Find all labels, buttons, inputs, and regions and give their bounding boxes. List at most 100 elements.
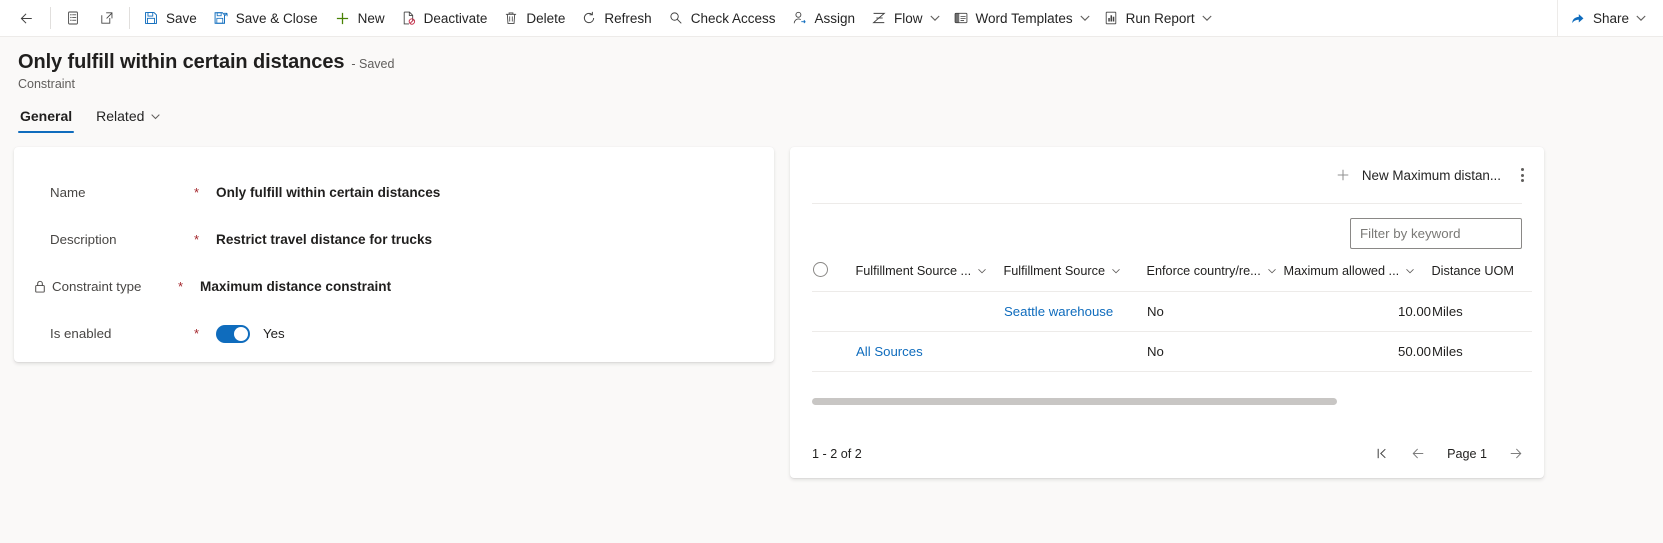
- check-access-button[interactable]: Check Access: [660, 4, 784, 33]
- cell-fulfillment-source-group: [855, 291, 1004, 332]
- table-row[interactable]: All Sources No 50.00 Miles: [812, 331, 1532, 372]
- required-marker: *: [194, 185, 200, 200]
- required-marker: *: [194, 232, 200, 247]
- cell-link[interactable]: All Sources: [856, 344, 923, 359]
- column-header-fulfillment-source[interactable]: Fulfillment Source: [1003, 249, 1147, 292]
- word-templates-button[interactable]: Word Templates: [945, 4, 1075, 33]
- assign-person-icon: [792, 10, 808, 26]
- deactivate-label: Deactivate: [423, 10, 488, 26]
- lock-icon: [34, 280, 46, 293]
- new-label: New: [357, 10, 385, 26]
- cell-enforce-country: No: [1146, 291, 1284, 332]
- new-maximum-distance-button[interactable]: New Maximum distan...: [1327, 161, 1509, 189]
- header-row: Fulfillment Source ... Fulfillment Sourc…: [812, 249, 1532, 292]
- flow-label: Flow: [894, 10, 923, 26]
- share-button[interactable]: Share: [1562, 4, 1631, 33]
- cell-fulfillment-source: Seattle warehouse: [1003, 291, 1147, 332]
- refresh-icon: [581, 10, 597, 26]
- plus-icon: [1335, 167, 1351, 183]
- run-report-chevron-down-icon[interactable]: [1197, 4, 1217, 33]
- more-options-icon[interactable]: [1511, 160, 1534, 190]
- form-selector-button[interactable]: [56, 4, 90, 33]
- chevron-down-icon: [977, 266, 987, 276]
- report-chart-icon: [1103, 10, 1119, 26]
- run-report-button[interactable]: Run Report: [1095, 4, 1197, 33]
- back-button[interactable]: [8, 4, 45, 33]
- word-template-icon: [953, 10, 969, 26]
- cell-fulfillment-source-group: All Sources: [855, 331, 1004, 372]
- cell-link[interactable]: Seattle warehouse: [1004, 304, 1113, 319]
- delete-label: Delete: [526, 10, 566, 26]
- field-description: Description * Restrict travel distance f…: [14, 216, 774, 263]
- check-access-label: Check Access: [690, 10, 776, 26]
- column-header-distance-uom[interactable]: Distance UOM: [1431, 249, 1532, 292]
- row-select-cell[interactable]: [812, 331, 856, 372]
- delete-button[interactable]: Delete: [495, 4, 573, 33]
- horizontal-scrollbar[interactable]: [812, 398, 1522, 405]
- flow-chevron-down-icon[interactable]: [925, 4, 945, 33]
- field-constraint-type-value: Maximum distance constraint: [200, 279, 392, 294]
- plus-icon: [334, 10, 351, 27]
- subgrid-table: Fulfillment Source ... Fulfillment Sourc…: [812, 249, 1532, 372]
- key-icon: [668, 10, 684, 26]
- open-in-new-window-button[interactable]: [90, 4, 124, 33]
- refresh-label: Refresh: [604, 10, 652, 26]
- page-title: Only fulfill within certain distances: [18, 51, 345, 73]
- filter-row: [790, 204, 1544, 249]
- save-and-close-button[interactable]: Save & Close: [205, 4, 326, 33]
- assign-button[interactable]: Assign: [784, 4, 864, 33]
- column-label: Distance UOM: [1431, 264, 1515, 278]
- scrollbar-thumb[interactable]: [812, 398, 1338, 405]
- column-header-fulfillment-source-group[interactable]: Fulfillment Source ...: [855, 249, 1004, 292]
- field-name: Name * Only fulfill within certain dista…: [14, 169, 774, 216]
- popout-icon: [99, 10, 115, 26]
- tab-related[interactable]: Related: [94, 106, 163, 133]
- tab-related-label: Related: [96, 108, 145, 124]
- table-row[interactable]: Seattle warehouse No 10.00 Miles: [812, 291, 1532, 332]
- command-bar: Save Save & Close New Deactivate Delete …: [0, 0, 1663, 37]
- save-label: Save: [166, 10, 197, 26]
- pagination: Page 1: [1375, 445, 1524, 462]
- word-templates-chevron-down-icon[interactable]: [1075, 4, 1095, 33]
- chevron-down-icon: [1405, 266, 1415, 276]
- record-count: 1 - 2 of 2: [812, 446, 862, 461]
- column-header-maximum-allowed[interactable]: Maximum allowed ...: [1283, 249, 1432, 292]
- assign-label: Assign: [814, 10, 856, 26]
- save-icon: [143, 10, 159, 26]
- chevron-down-icon: [1267, 266, 1277, 276]
- cell-enforce-country: No: [1146, 331, 1284, 372]
- share-chevron-down-icon[interactable]: [1631, 4, 1651, 33]
- flow-button[interactable]: Flow: [863, 4, 925, 33]
- field-description-value[interactable]: Restrict travel distance for trucks: [216, 232, 432, 247]
- new-maximum-distance-label: New Maximum distan...: [1361, 167, 1501, 183]
- new-button[interactable]: New: [326, 4, 393, 33]
- select-all-radio[interactable]: [812, 262, 828, 277]
- refresh-button[interactable]: Refresh: [573, 4, 659, 33]
- divider: [129, 7, 130, 29]
- column-label: Fulfillment Source: [1003, 264, 1106, 278]
- is-enabled-toggle[interactable]: [216, 324, 250, 343]
- next-page-button[interactable]: [1507, 445, 1524, 462]
- field-description-label: Description: [50, 232, 117, 247]
- field-constraint-type-label: Constraint type: [52, 279, 142, 294]
- chevron-down-icon: [1111, 266, 1121, 276]
- select-all-header: [812, 249, 856, 292]
- deactivate-button[interactable]: Deactivate: [393, 4, 496, 33]
- field-is-enabled-label: Is enabled: [50, 326, 112, 341]
- filter-by-keyword-input[interactable]: [1350, 218, 1522, 249]
- column-header-enforce-country[interactable]: Enforce country/re...: [1146, 249, 1284, 292]
- form-body: Name * Only fulfill within certain dista…: [0, 133, 1663, 478]
- arrow-left-icon: [18, 10, 35, 27]
- tab-general[interactable]: General: [18, 106, 75, 133]
- cell-fulfillment-source: [1003, 331, 1147, 372]
- save-button[interactable]: Save: [135, 4, 205, 33]
- share-label: Share: [1592, 10, 1629, 26]
- previous-page-button[interactable]: [1410, 445, 1427, 462]
- tab-list: General Related: [18, 106, 1663, 133]
- first-page-button[interactable]: [1375, 446, 1390, 461]
- title-row: Only fulfill within certain distances - …: [18, 51, 1663, 74]
- maximum-distance-subgrid: New Maximum distan... Filter by keyword …: [790, 147, 1544, 478]
- row-select-cell[interactable]: [812, 291, 856, 332]
- field-name-value[interactable]: Only fulfill within certain distances: [216, 185, 440, 200]
- run-report-label: Run Report: [1125, 10, 1195, 26]
